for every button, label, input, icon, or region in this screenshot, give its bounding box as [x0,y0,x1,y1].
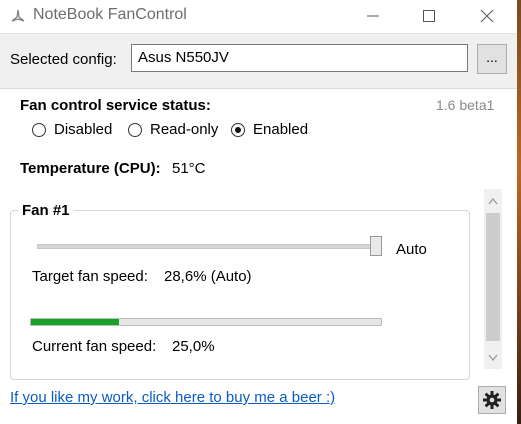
vertical-scrollbar[interactable] [484,189,502,369]
minimize-button[interactable] [350,0,396,32]
scroll-down-button[interactable] [484,347,502,369]
slider-auto-label: Auto [396,241,427,258]
desktop-background-edge [517,0,521,424]
settings-button[interactable] [478,386,506,414]
progress-fill [31,319,119,325]
fan-speed-slider[interactable] [37,244,379,249]
current-speed-label: Current fan speed: [32,338,157,355]
version-label: 1.6 beta1 [436,97,495,113]
target-speed-label: Target fan speed: [32,268,148,285]
target-speed-value: 28,6% (Auto) [164,268,252,285]
maximize-button[interactable] [406,0,452,32]
fan-app-icon [10,8,26,24]
current-speed-value: 25,0% [172,338,215,355]
radio-label: Read-only [150,121,219,138]
current-speed-progress [30,318,382,326]
chevron-up-icon [488,197,498,205]
scroll-up-button[interactable] [484,189,502,213]
title-bar: NoteBook FanControl [0,0,521,32]
gear-icon [483,391,501,409]
temperature-label: Temperature (CPU): [20,160,161,177]
browse-config-button[interactable]: ... [477,44,507,74]
fan-group-title: Fan #1 [18,202,74,219]
service-status-title: Fan control service status: [20,97,211,114]
close-icon [480,9,494,23]
slider-thumb[interactable] [370,236,382,256]
temperature-value: 51°C [172,160,206,177]
window-title: NoteBook FanControl [33,6,187,23]
minimize-icon [367,15,379,17]
donate-link[interactable]: If you like my work, click here to buy m… [10,389,335,406]
close-button[interactable] [464,0,510,32]
config-bar: Selected config: Asus N550JV ... [0,33,521,89]
chevron-down-icon [488,354,498,362]
config-field[interactable]: Asus N550JV [131,44,468,72]
radio-circle-checked [231,123,245,137]
scroll-thumb[interactable] [486,213,500,341]
radio-label: Disabled [54,121,113,138]
maximize-icon [423,10,435,22]
config-label: Selected config: [10,51,117,68]
radio-circle [128,123,142,137]
radio-label: Enabled [253,121,309,138]
radio-circle [32,123,46,137]
